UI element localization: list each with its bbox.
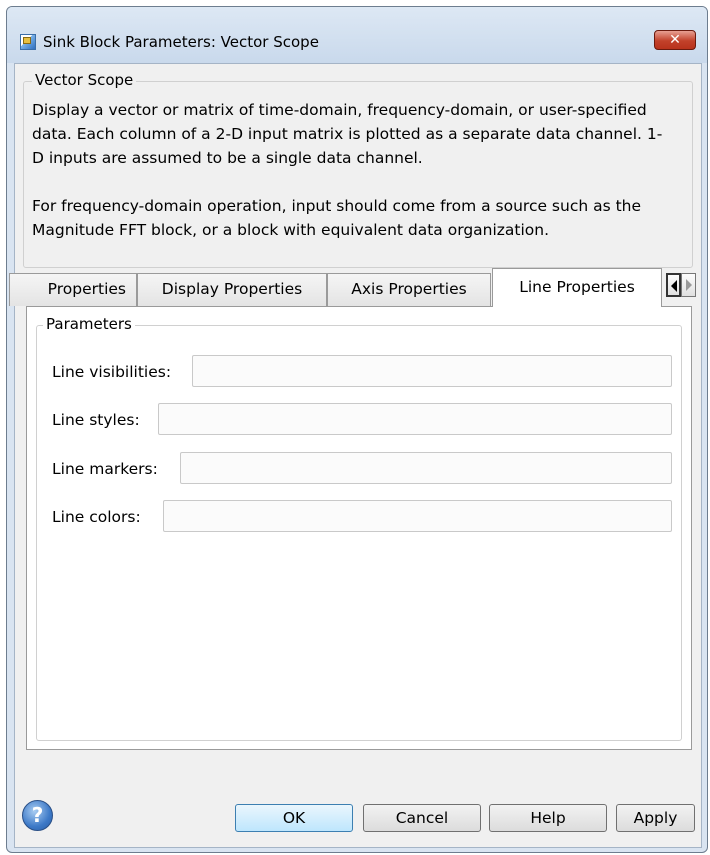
- apply-button-label: Apply: [633, 809, 678, 827]
- cancel-button[interactable]: Cancel: [363, 804, 481, 832]
- line-styles-field[interactable]: [158, 403, 672, 435]
- tab-properties[interactable]: Properties: [9, 273, 137, 306]
- tab-label: Axis Properties: [351, 280, 467, 298]
- ok-button-label: OK: [282, 809, 306, 827]
- description-paragraph-2: For frequency-domain operation, input sh…: [32, 197, 642, 239]
- tab-scroll-left-button[interactable]: [666, 273, 681, 297]
- scroll-right-icon: [686, 279, 692, 291]
- tab-scroll-right-button[interactable]: [681, 273, 696, 297]
- description-paragraph-1: Display a vector or matrix of time-domai…: [32, 101, 663, 167]
- block-group-title: Vector Scope: [32, 71, 137, 89]
- line-visibilities-label: Line visibilities:: [52, 363, 172, 381]
- help-icon[interactable]: ?: [22, 800, 53, 831]
- tab-label: Line Properties: [519, 278, 635, 296]
- line-colors-label: Line colors:: [52, 508, 141, 526]
- close-icon: ✕: [669, 32, 681, 48]
- line-markers-label: Line markers:: [52, 460, 158, 478]
- help-button-label: Help: [530, 809, 566, 827]
- tab-label: Properties: [47, 280, 126, 298]
- simulink-block-icon: [20, 34, 36, 50]
- dialog-content: Vector Scope Display a vector or matrix …: [9, 63, 702, 848]
- line-markers-field[interactable]: [180, 452, 672, 484]
- ok-button[interactable]: OK: [235, 804, 353, 832]
- line-styles-label: Line styles:: [52, 411, 140, 429]
- cancel-button-label: Cancel: [395, 809, 449, 827]
- block-description-group: Vector Scope Display a vector or matrix …: [23, 71, 693, 268]
- tab-display-properties[interactable]: Display Properties: [137, 273, 327, 306]
- apply-button[interactable]: Apply: [616, 804, 695, 832]
- help-button[interactable]: Help: [489, 804, 607, 832]
- line-properties-panel: Parameters Line visibilities: Line style…: [26, 306, 692, 750]
- scroll-left-icon: [671, 280, 677, 292]
- tab-axis-properties[interactable]: Axis Properties: [327, 273, 491, 306]
- close-button[interactable]: ✕: [654, 30, 696, 50]
- help-icon-glyph: ?: [31, 803, 44, 827]
- parameters-group: Parameters Line visibilities: Line style…: [36, 315, 682, 741]
- window-title: Sink Block Parameters: Vector Scope: [43, 33, 319, 51]
- parameters-title: Parameters: [43, 315, 135, 333]
- line-visibilities-field[interactable]: [192, 355, 672, 387]
- tab-line-properties[interactable]: Line Properties: [492, 268, 662, 307]
- line-colors-field[interactable]: [163, 500, 672, 532]
- title-bar[interactable]: Sink Block Parameters: Vector Scope ✕: [7, 7, 707, 63]
- dialog-window: Sink Block Parameters: Vector Scope ✕ Ve…: [6, 6, 708, 853]
- block-description: Display a vector or matrix of time-domai…: [32, 98, 672, 242]
- tab-label: Display Properties: [161, 280, 303, 298]
